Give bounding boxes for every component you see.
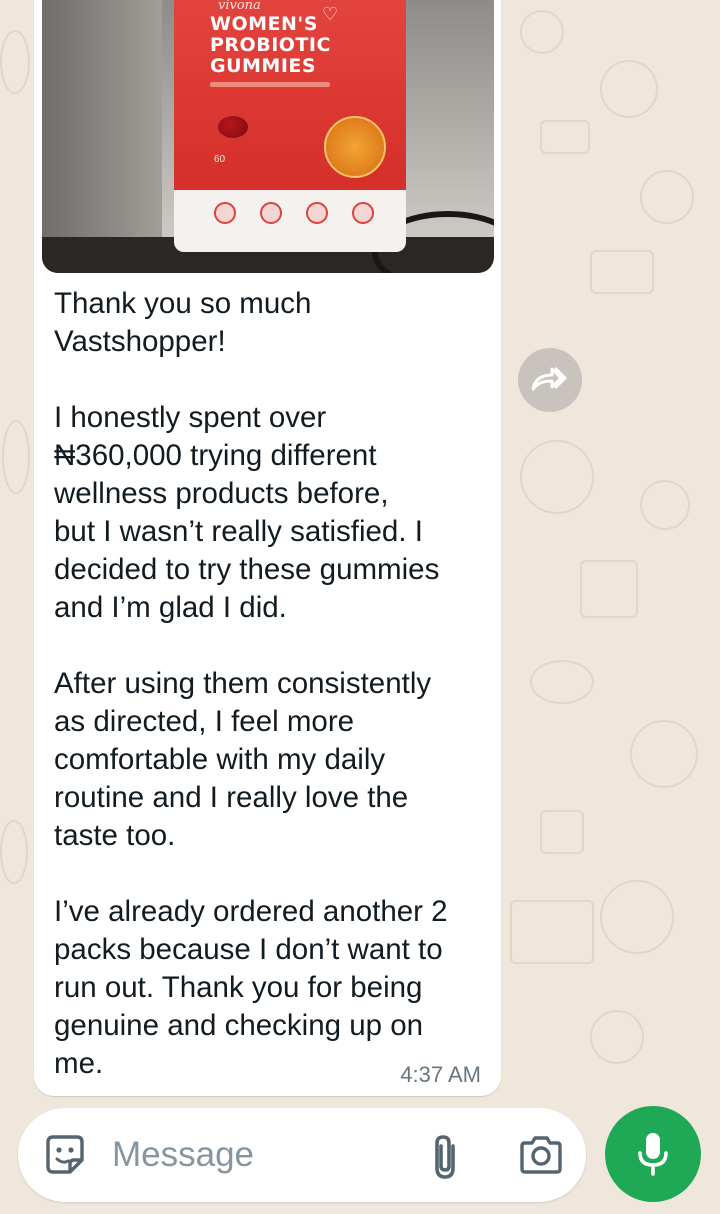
pouch-badge-icon xyxy=(306,202,328,224)
microphone-icon xyxy=(638,1133,668,1176)
pouch-badge-icon xyxy=(214,202,236,224)
attach-button[interactable] xyxy=(426,1132,464,1182)
message-timestamp: 4:37 AM xyxy=(400,1062,481,1087)
pouch-subtitle-strip xyxy=(210,82,330,87)
camera-button[interactable] xyxy=(518,1134,564,1176)
paperclip-icon xyxy=(435,1135,455,1179)
photo-background xyxy=(42,0,162,273)
message-bubble[interactable]: vivona ♡ WOMEN'S PROBIOTIC GUMMIES 60 Th… xyxy=(34,0,501,1096)
gummies-pouch: vivona ♡ WOMEN'S PROBIOTIC GUMMIES 60 xyxy=(174,0,406,252)
camera-icon xyxy=(520,1136,562,1174)
sticker-button[interactable] xyxy=(42,1132,88,1178)
pouch-badge-icon xyxy=(352,202,374,224)
voice-message-button[interactable] xyxy=(605,1106,701,1202)
pouch-bottom-strip xyxy=(174,190,406,252)
message-composer xyxy=(18,1108,586,1202)
pouch-product-name: WOMEN'S PROBIOTIC GUMMIES xyxy=(210,13,331,77)
pouch-count: 60 xyxy=(214,154,226,165)
product-photo[interactable]: vivona ♡ WOMEN'S PROBIOTIC GUMMIES 60 xyxy=(42,0,494,273)
message-text: Thank you so much Vastshopper! I honestl… xyxy=(54,287,448,1080)
forward-button[interactable] xyxy=(518,348,582,412)
cranberry-illustration xyxy=(218,116,248,138)
pouch-badge-icon xyxy=(260,202,282,224)
sticker-icon xyxy=(46,1135,84,1174)
forward-icon xyxy=(531,367,567,391)
quality-seal xyxy=(324,116,386,178)
pouch-brand: vivona xyxy=(218,0,261,13)
message-input[interactable] xyxy=(112,1130,402,1180)
